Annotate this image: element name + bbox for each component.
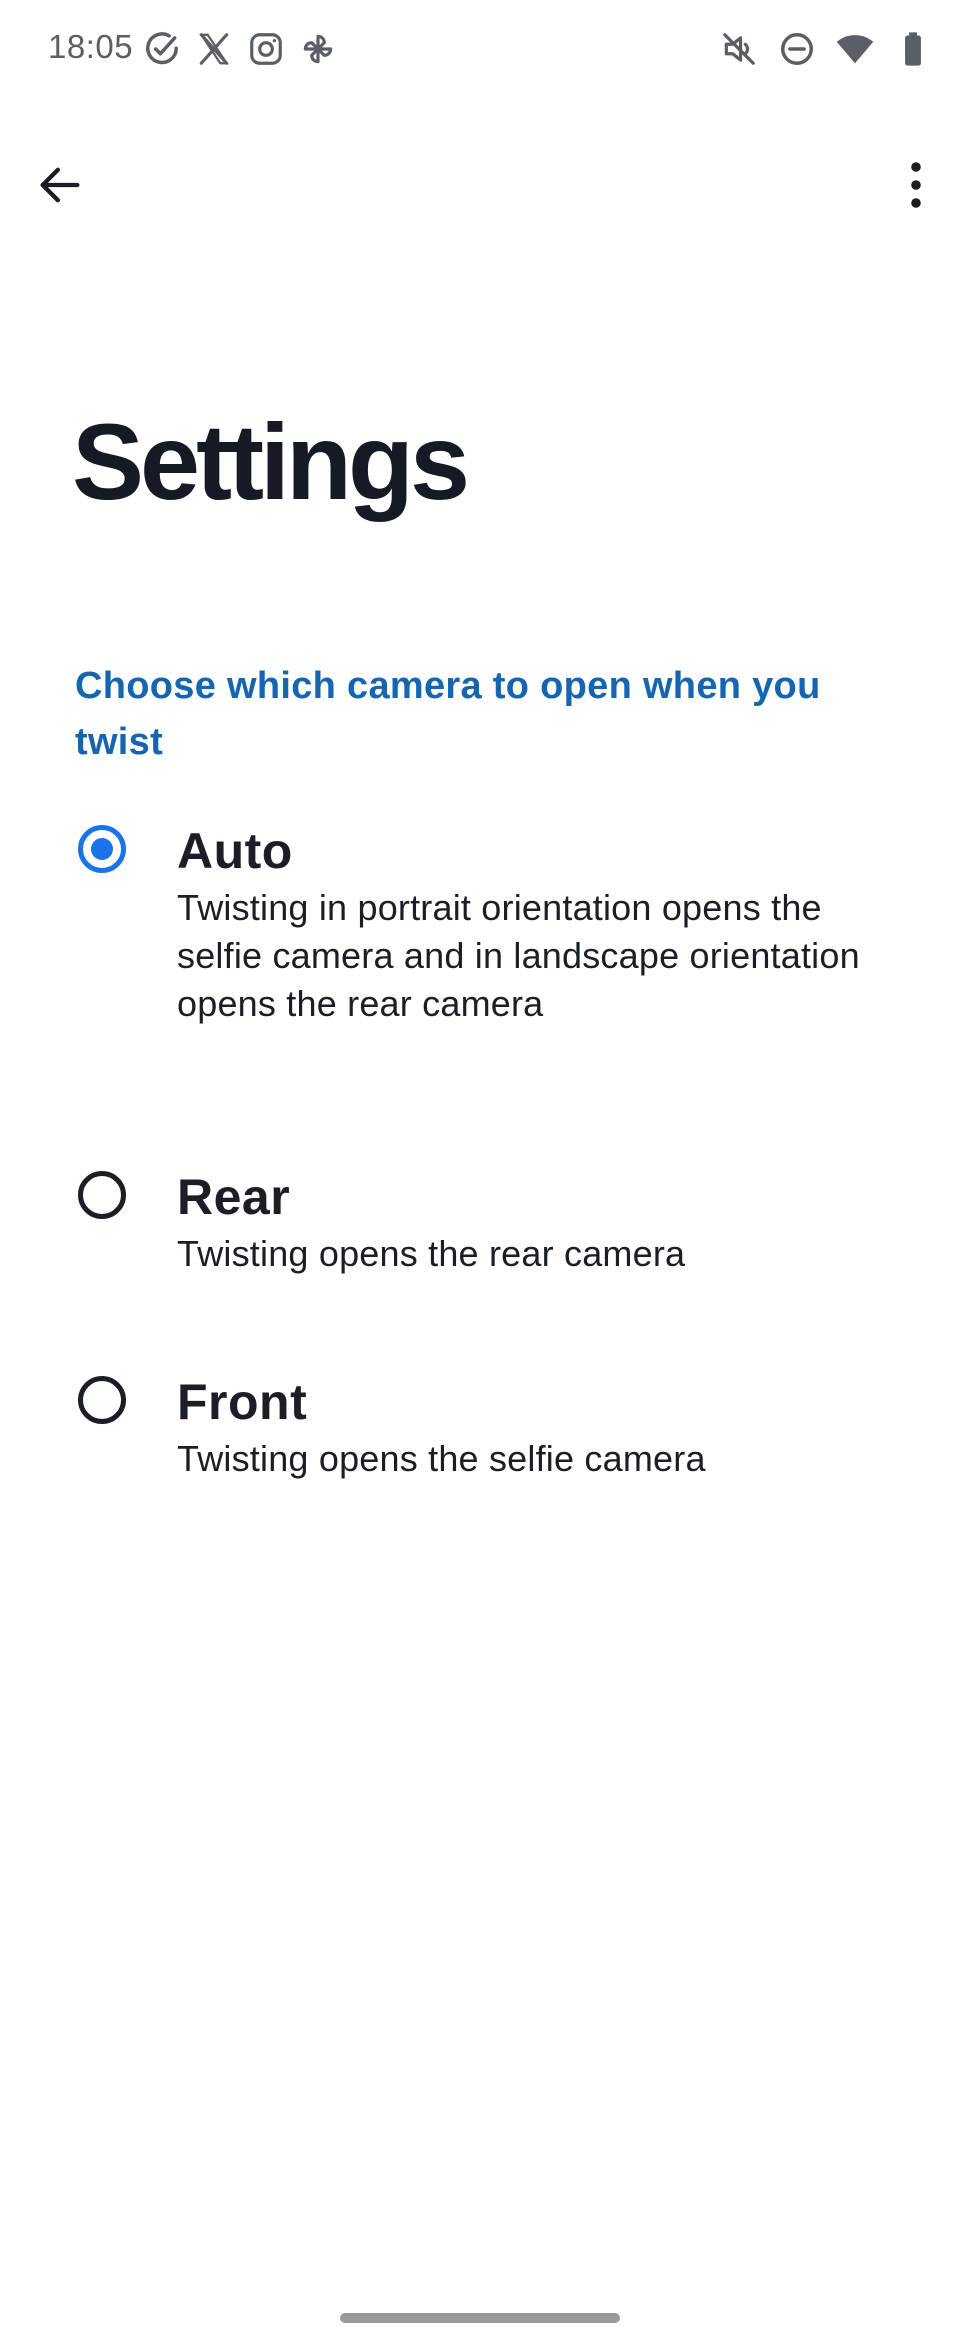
- arrow-left-icon: [34, 159, 86, 211]
- system-icons: [720, 30, 932, 68]
- radio-rear[interactable]: [78, 1171, 126, 1219]
- pinwheel-icon: [299, 30, 337, 68]
- battery-icon: [894, 30, 932, 68]
- radio-auto[interactable]: [78, 825, 126, 873]
- toolbar: [0, 140, 960, 230]
- option-auto[interactable]: Auto Twisting in portrait orientation op…: [0, 820, 960, 1080]
- gesture-nav-handle[interactable]: [340, 2313, 620, 2323]
- more-vert-icon: [896, 159, 936, 211]
- option-auto-title: Auto: [177, 823, 293, 879]
- option-auto-description: Twisting in portrait orientation opens t…: [177, 887, 860, 1024]
- radio-front[interactable]: [78, 1376, 126, 1424]
- page-title: Settings: [72, 401, 470, 522]
- instagram-icon: [247, 30, 285, 68]
- option-front-title: Front: [177, 1374, 308, 1430]
- status-time: 18:05: [48, 28, 134, 65]
- option-rear-title: Rear: [177, 1169, 291, 1225]
- more-options-button[interactable]: [886, 155, 946, 215]
- status-bar: 18:05: [0, 0, 960, 96]
- back-button[interactable]: [30, 155, 90, 215]
- wifi-icon: [836, 30, 874, 68]
- option-rear-description: Twisting opens the rear camera: [177, 1233, 686, 1274]
- x-icon: [195, 30, 233, 68]
- option-front[interactable]: Front Twisting opens the selfie camera: [0, 1371, 960, 1491]
- muted-icon: [720, 30, 758, 68]
- option-rear[interactable]: Rear Twisting opens the rear camera: [0, 1166, 960, 1286]
- option-front-description: Twisting opens the selfie camera: [177, 1438, 706, 1479]
- section-header: Choose which camera to open when you twi…: [75, 665, 821, 763]
- do-not-disturb-icon: [778, 30, 816, 68]
- check-circle-icon: [143, 30, 181, 68]
- notification-icons: [143, 30, 337, 68]
